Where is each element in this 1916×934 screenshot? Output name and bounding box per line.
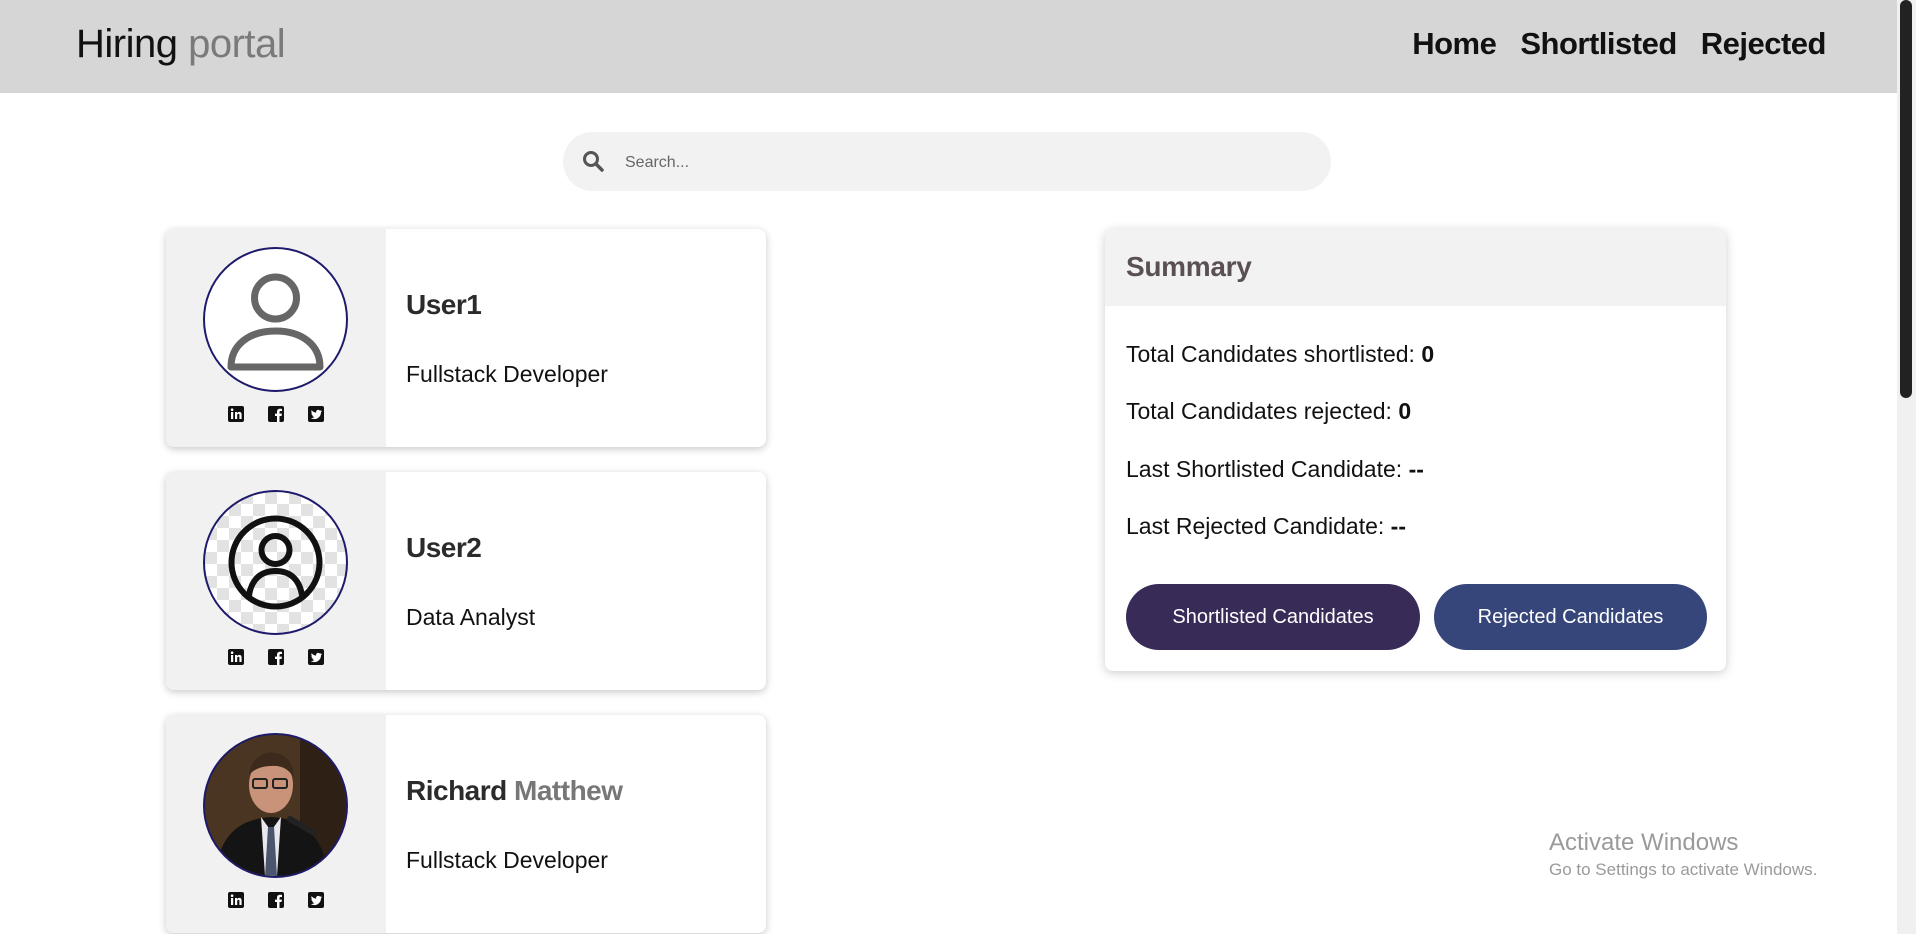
candidate-first-name: User1 — [406, 289, 482, 320]
rejected-count-label: Total Candidates rejected: — [1126, 398, 1392, 424]
candidate-role: Fullstack Developer — [406, 361, 608, 387]
rejected-count-value: 0 — [1398, 398, 1412, 424]
candidate-name: Richard Matthew — [406, 775, 623, 807]
candidate-first-name: Richard — [406, 775, 507, 806]
avatar-photo — [203, 733, 348, 878]
social-links — [166, 891, 386, 909]
last-shortlisted-value: -- — [1408, 456, 1424, 482]
shortlisted-count-label: Total Candidates shortlisted: — [1126, 341, 1415, 367]
last-rejected-row: Last Rejected Candidate: -- — [1126, 513, 1406, 540]
candidate-card-left — [166, 229, 386, 447]
rejected-candidates-button[interactable]: Rejected Candidates — [1434, 584, 1707, 650]
last-rejected-value: -- — [1390, 513, 1406, 539]
search-input[interactable] — [623, 132, 1307, 193]
avatar — [203, 247, 348, 392]
activate-windows-watermark: Activate Windows Go to Settings to activ… — [1549, 828, 1817, 882]
linkedin-icon[interactable] — [227, 405, 245, 423]
candidate-card-left — [166, 472, 386, 690]
candidate-card-user1[interactable]: User1 Fullstack Developer — [166, 229, 766, 447]
person-photo — [205, 735, 346, 876]
candidate-role: Data Analyst — [406, 604, 536, 630]
candidate-name: User1 — [406, 289, 482, 321]
vertical-scrollbar[interactable] — [1897, 0, 1916, 934]
shortlisted-count-value: 0 — [1421, 341, 1435, 367]
twitter-icon[interactable] — [307, 648, 325, 666]
twitter-icon[interactable] — [307, 405, 325, 423]
last-rejected-label: Last Rejected Candidate: — [1126, 513, 1385, 539]
nav-shortlisted[interactable]: Shortlisted — [1520, 22, 1677, 66]
last-shortlisted-row: Last Shortlisted Candidate: -- — [1126, 456, 1424, 483]
social-links — [166, 648, 386, 666]
candidate-card-richard-matthew[interactable]: Richard Matthew Fullstack Developer — [166, 715, 766, 933]
candidate-name: User2 — [406, 532, 482, 564]
candidate-card-user2[interactable]: User2 Data Analyst — [166, 472, 766, 690]
shortlisted-candidates-button[interactable]: Shortlisted Candidates — [1126, 584, 1420, 650]
brand-logo[interactable]: Hiring portal — [76, 18, 286, 70]
last-shortlisted-label: Last Shortlisted Candidate: — [1126, 456, 1403, 482]
brand-second: portal — [188, 22, 286, 66]
scrollbar-thumb[interactable] — [1900, 0, 1912, 398]
twitter-icon[interactable] — [307, 891, 325, 909]
linkedin-icon[interactable] — [227, 891, 245, 909]
facebook-icon[interactable] — [267, 648, 285, 666]
candidate-card-left — [166, 715, 386, 933]
shortlisted-count-row: Total Candidates shortlisted: 0 — [1126, 341, 1434, 368]
candidate-role: Fullstack Developer — [406, 847, 608, 873]
nav-home[interactable]: Home — [1412, 22, 1497, 66]
search-bar[interactable] — [563, 132, 1331, 193]
search-icon — [583, 151, 604, 172]
summary-title: Summary — [1126, 251, 1252, 282]
summary-panel: Summary Total Candidates shortlisted: 0 … — [1105, 229, 1726, 671]
linkedin-icon[interactable] — [227, 648, 245, 666]
watermark-subtitle: Go to Settings to activate Windows. — [1549, 860, 1818, 879]
avatar — [203, 490, 348, 635]
summary-header: Summary — [1105, 229, 1726, 306]
watermark-title: Activate Windows — [1549, 829, 1739, 856]
user-circle-icon — [228, 515, 323, 610]
social-links — [166, 405, 386, 423]
rejected-count-row: Total Candidates rejected: 0 — [1126, 398, 1411, 425]
brand-first: Hiring — [76, 22, 178, 66]
nav-rejected[interactable]: Rejected — [1701, 22, 1827, 66]
user-outline-icon — [227, 273, 324, 371]
navbar: Hiring portal Home Shortlisted Rejected — [0, 0, 1916, 93]
nav-links: Home Shortlisted Rejected — [1412, 22, 1826, 66]
facebook-icon[interactable] — [267, 891, 285, 909]
candidate-first-name: User2 — [406, 532, 482, 563]
candidate-last-name: Matthew — [514, 775, 623, 806]
facebook-icon[interactable] — [267, 405, 285, 423]
